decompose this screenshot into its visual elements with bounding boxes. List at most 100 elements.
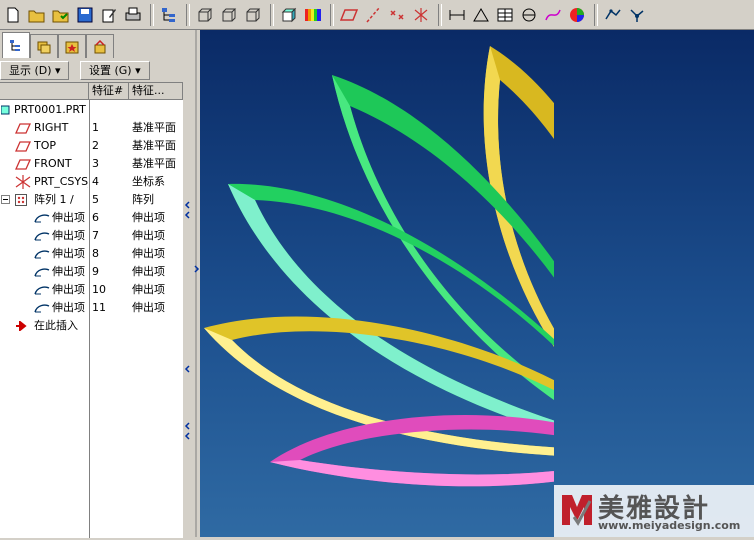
watermark-url: www.meiyadesign.com [598,519,741,532]
tree-row[interactable]: RIGHT 1 基准平面 [0,119,183,137]
angle-icon[interactable] [470,4,492,26]
save-icon[interactable] [74,4,96,26]
datum-csys-icon[interactable] [410,4,432,26]
watermark: 美雅設計 www.meiyadesign.com [554,485,754,537]
tree-insert-here-row[interactable]: 在此插入 [0,317,183,335]
tree-row-type: 伸出项 [132,301,165,314]
measure-icon[interactable] [446,4,468,26]
protrusion-icon [34,268,50,277]
tree-root-row[interactable]: PRT0001.PRT [0,101,183,119]
tree-row-id: 6 [92,211,99,224]
column-header-id[interactable]: 特征# [89,83,129,100]
main-toolbar [0,0,754,30]
tree-row[interactable]: FRONT 3 基准平面 [0,155,183,173]
tab-favorites[interactable] [58,34,86,58]
tree-view-icon[interactable] [158,4,180,26]
protrusion-icon [34,304,50,313]
tree-row[interactable]: 伸出项 10 伸出项 [0,281,183,299]
datum-plane-icon[interactable] [338,4,360,26]
tree-row[interactable]: 阵列 1 / 5 阵列 [0,191,183,209]
tree-row-type: 伸出项 [132,283,165,296]
collapse-icon[interactable] [1,195,11,205]
tree-menu-row: 显示 (D) ▾ 设置 (G) ▾ [0,61,184,81]
tree-row-name: 阵列 1 / [34,193,74,206]
appearance-icon[interactable] [566,4,588,26]
tree-row-type: 伸出项 [132,247,165,260]
view-cube-3-icon[interactable] [242,4,264,26]
datum-axis-icon[interactable] [362,4,384,26]
analysis-icon[interactable] [518,4,540,26]
toolbar-separator [150,3,154,26]
tab-layers[interactable] [30,34,58,58]
protrusion-icon [34,232,50,241]
tree-row-name: RIGHT [34,121,69,134]
tree-row-name: 伸出项 [52,229,85,242]
graphics-window[interactable]: 美雅設計 www.meiyadesign.com [200,30,754,537]
insert-here-label: 在此插入 [34,319,78,332]
toolbar-separator [594,3,598,26]
toolbar-separator [270,3,274,26]
toolbar-separator [438,3,442,26]
tree-row-name: 伸出项 [52,265,85,278]
view-shaded-icon[interactable] [278,4,300,26]
view-cube-1-icon[interactable] [194,4,216,26]
tree-row-id: 9 [92,265,99,278]
open-recent-icon[interactable] [50,4,72,26]
datum-plane-icon [15,159,31,170]
protrusion-icon [34,250,50,259]
tree-row-name: TOP [34,139,57,152]
tree-row[interactable]: PRT_CSYS_ 4 坐标系 [0,173,183,191]
tree-row-id: 3 [92,157,99,170]
model-tree: 特征# 特征... PRT0001.PRT RIGHT 1 基准平面 TOP 2… [0,82,183,538]
pattern-icon [15,194,27,206]
tree-row[interactable]: 伸出项 8 伸出项 [0,245,183,263]
tree-row[interactable]: 伸出项 7 伸出项 [0,227,183,245]
petal-pink-right [599,94,699,458]
tree-row-type: 伸出项 [132,265,165,278]
tree-row-name: FRONT [34,157,72,170]
tree-row-id: 1 [92,121,99,134]
print-icon[interactable] [122,4,144,26]
tree-row-id: 7 [92,229,99,242]
view-cube-2-icon[interactable] [218,4,240,26]
tree-row-id: 10 [92,283,106,296]
tree-row-id: 5 [92,193,99,206]
tree-row-type: 坐标系 [132,175,165,188]
tree-row[interactable]: 伸出项 9 伸出项 [0,263,183,281]
column-header-name[interactable] [0,83,89,100]
datum-plane-icon [15,141,31,152]
show-menu-button[interactable]: 显示 (D) ▾ [0,61,69,80]
toolbar-separator [330,3,334,26]
tree-row-name: 伸出项 [52,211,85,224]
tree-row-name: 伸出项 [52,247,85,260]
tree-row-name: PRT_CSYS_ [34,175,88,188]
panel-splitter[interactable] [184,30,200,537]
lotus-model [204,46,699,487]
splitter-handles [184,30,200,537]
datum-point-icon[interactable] [386,4,408,26]
tree-row[interactable]: 伸出项 11 伸出项 [0,299,183,317]
tab-tools[interactable] [86,34,114,58]
tree-row-name: 伸出项 [52,283,85,296]
network-icon[interactable] [626,4,648,26]
tree-row[interactable]: 伸出项 6 伸出项 [0,209,183,227]
protrusion-icon [34,286,50,295]
datum-plane-icon [15,123,31,134]
tree-row-id: 2 [92,139,99,152]
protrusion-icon [34,214,50,223]
column-header-type[interactable]: 特征... [129,83,183,100]
curve-icon[interactable] [542,4,564,26]
tab-model-tree[interactable] [2,32,30,58]
tree-row[interactable]: TOP 2 基准平面 [0,137,183,155]
table-icon[interactable] [494,4,516,26]
settings-menu-button[interactable]: 设置 (G) ▾ [80,61,150,80]
color-bar-icon[interactable] [302,4,324,26]
sketch-icon[interactable] [602,4,624,26]
new-file-icon[interactable] [2,4,24,26]
part-icon [1,105,10,115]
edit-icon[interactable] [98,4,120,26]
tree-row-type: 阵列 [132,193,154,206]
open-folder-icon[interactable] [26,4,48,26]
model-tree-panel: 显示 (D) ▾ 设置 (G) ▾ 特征# 特征... PRT0001.PRT … [0,30,184,538]
tree-row-type: 基准平面 [132,121,176,134]
